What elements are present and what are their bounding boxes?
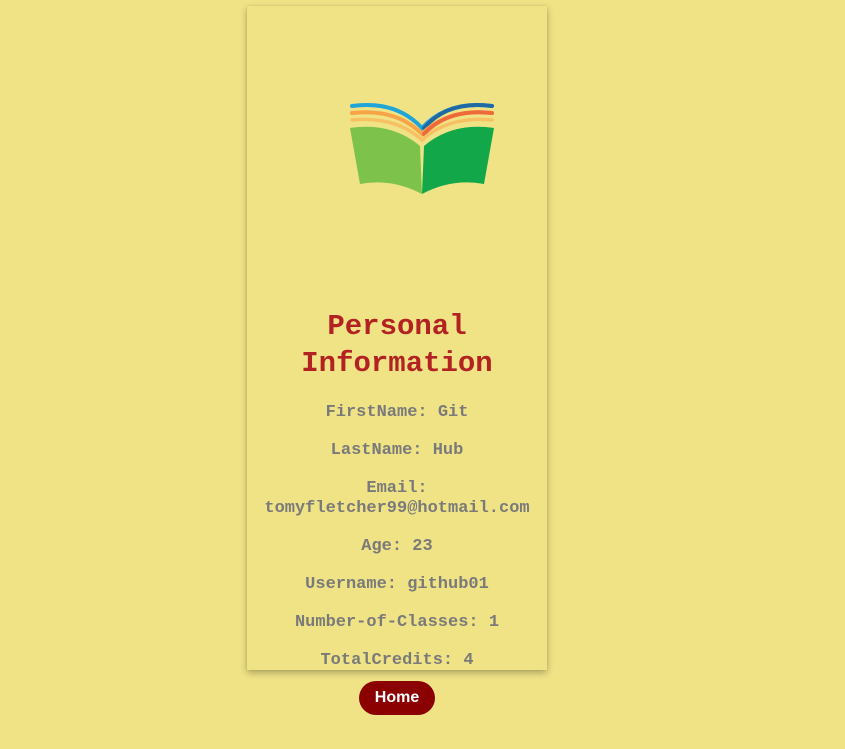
last-name-row: LastName: Hub xyxy=(247,441,547,461)
page-title: Personal Information xyxy=(301,310,493,380)
number-of-classes-label: Number-of-Classes: xyxy=(294,613,479,632)
last-name-label: LastName: xyxy=(330,441,423,460)
username-row: Username: github01 xyxy=(247,575,547,595)
home-button[interactable]: Home xyxy=(359,681,435,715)
age-label: Age: xyxy=(361,537,403,556)
username-label: Username: xyxy=(305,575,397,594)
email-label: Email: xyxy=(366,479,428,498)
email-value: tomyfletcher99@hotmail.com xyxy=(264,499,530,518)
first-name-label: FirstName: xyxy=(325,403,428,422)
number-of-classes-row: Number-of-Classes: 1 xyxy=(247,613,547,633)
age-value: 23 xyxy=(412,537,433,556)
first-name-row: FirstName: Git xyxy=(247,403,547,423)
number-of-classes-value: 1 xyxy=(488,613,500,632)
total-credits-row: TotalCredits: 4 xyxy=(247,651,547,670)
first-name-value: Git xyxy=(437,403,469,422)
profile-card: Personal Information FirstName: Git Last… xyxy=(247,6,547,670)
total-credits-value: 4 xyxy=(463,651,474,670)
email-row: Email: tomyfletcher99@hotmail.com xyxy=(247,479,547,519)
last-name-value: Hub xyxy=(432,441,464,460)
age-row: Age: 23 xyxy=(247,537,547,557)
open-book-icon xyxy=(348,98,496,194)
total-credits-label: TotalCredits: xyxy=(320,651,454,670)
username-value: github01 xyxy=(407,575,489,594)
